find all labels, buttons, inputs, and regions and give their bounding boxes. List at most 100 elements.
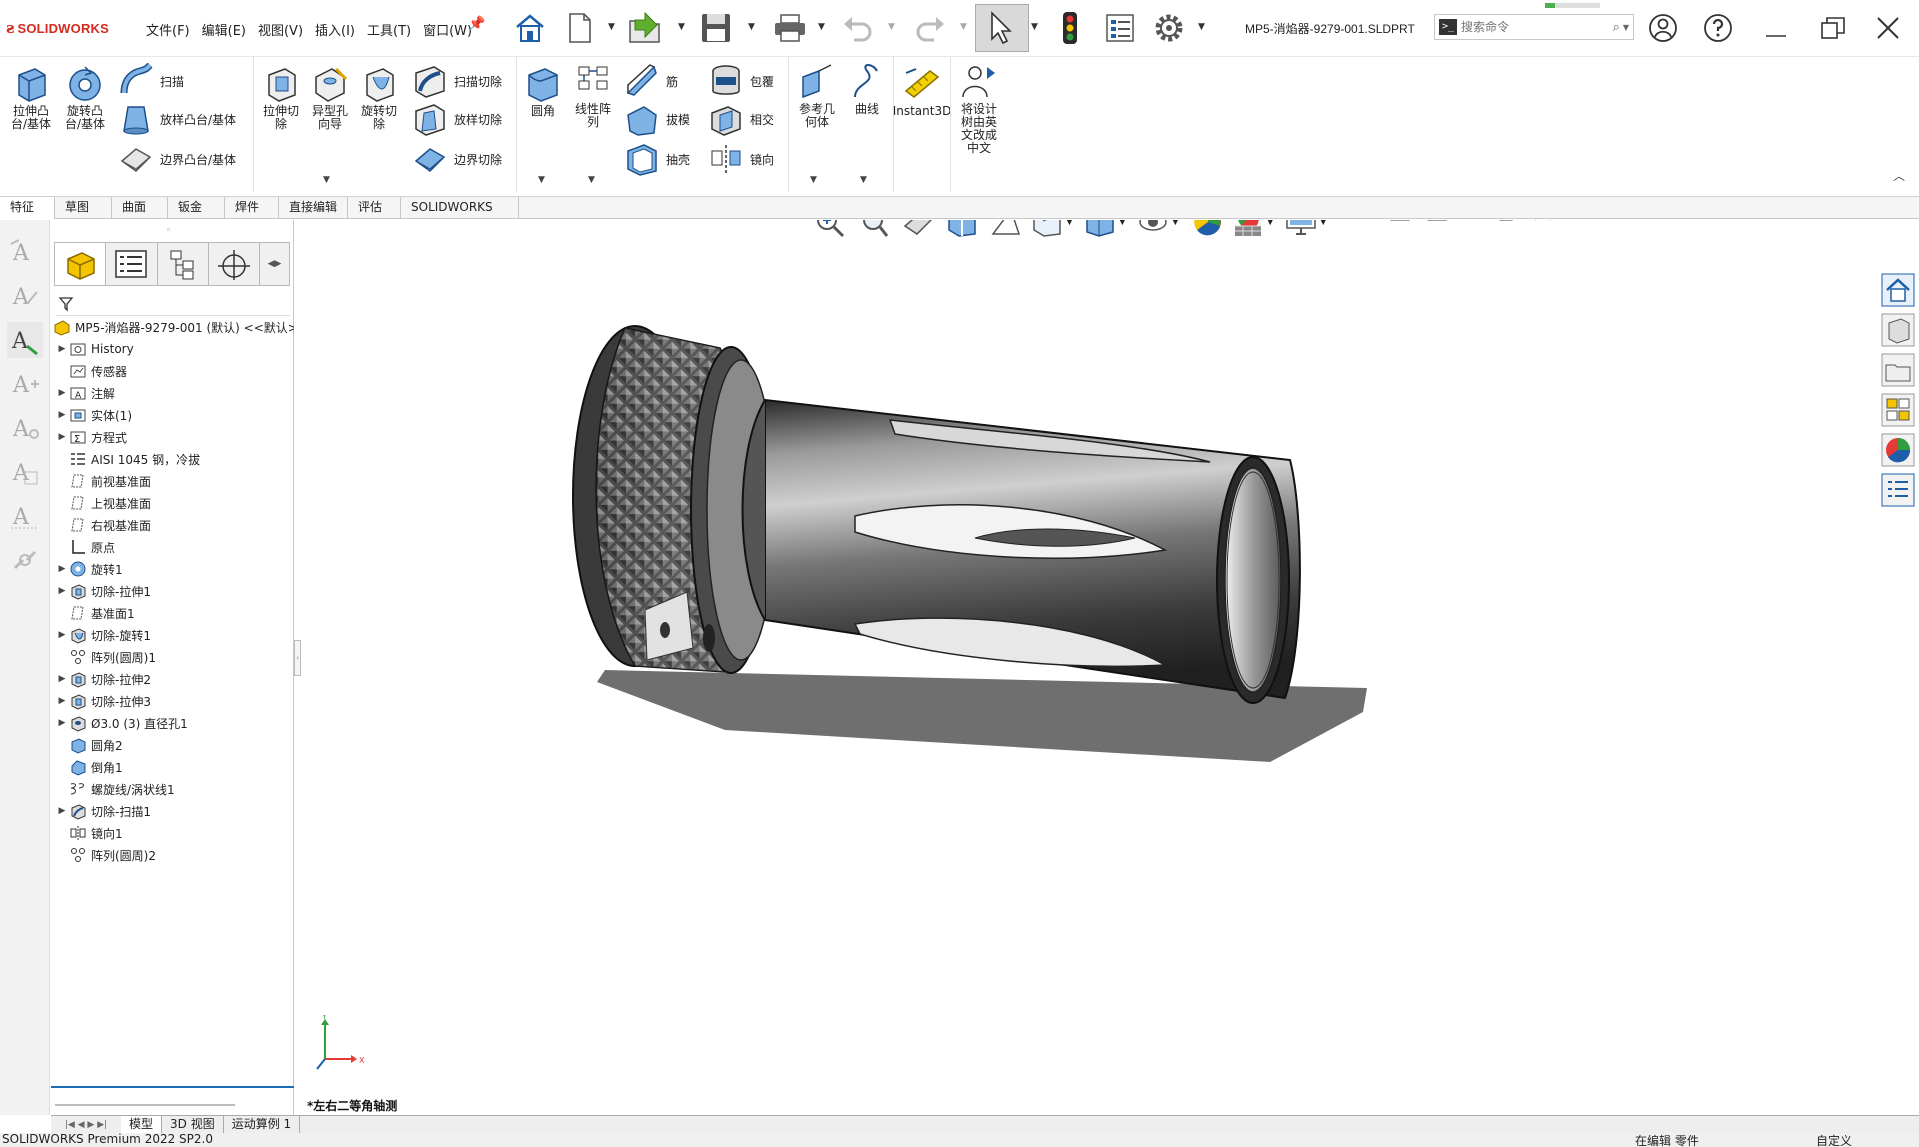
search-icon[interactable]: ⌕ bbox=[1613, 20, 1620, 35]
tree-item[interactable]: 前视基准面 bbox=[51, 470, 294, 492]
search-input[interactable] bbox=[1461, 20, 1613, 34]
menu-insert[interactable]: 插入(I) bbox=[309, 18, 361, 41]
wrap-button[interactable]: 包覆 bbox=[708, 63, 774, 99]
menu-file[interactable]: 文件(F) bbox=[140, 18, 196, 41]
pattern-dropdown[interactable]: ▼ bbox=[588, 175, 595, 185]
tab-addins[interactable]: SOLIDWORKS 插件 bbox=[401, 197, 519, 235]
pin-menu-icon[interactable]: 📌 bbox=[468, 16, 485, 32]
viewport-restore-icon[interactable] bbox=[1385, 220, 1415, 226]
horizontal-scrollbar[interactable] bbox=[51, 1100, 294, 1112]
select-dropdown-caret[interactable]: ▼ bbox=[1031, 22, 1038, 32]
tab-model[interactable]: 模型 bbox=[121, 1116, 163, 1133]
user-account-icon[interactable] bbox=[1645, 10, 1681, 46]
appearances-scenes-icon[interactable] bbox=[1877, 430, 1919, 470]
expand-arrow-icon[interactable]: ▶ bbox=[55, 674, 69, 684]
design-library-icon[interactable] bbox=[1877, 310, 1919, 350]
translate-tree-button[interactable]: 将设计 树由英 文改成 中文 bbox=[955, 63, 1003, 155]
view-settings-icon[interactable] bbox=[1284, 220, 1318, 238]
rib-button[interactable]: 筋 bbox=[624, 63, 678, 99]
curves-dropdown[interactable]: ▼ bbox=[860, 175, 867, 185]
new-document-icon[interactable] bbox=[560, 8, 600, 48]
view-palette-icon[interactable] bbox=[1877, 390, 1919, 430]
expand-arrow-icon[interactable]: ▶ bbox=[55, 630, 69, 640]
menu-edit[interactable]: 编辑(E) bbox=[196, 18, 252, 41]
tree-item[interactable]: ▶ History bbox=[51, 338, 294, 360]
file-properties-icon[interactable] bbox=[1100, 8, 1140, 48]
redo-dropdown-caret[interactable]: ▼ bbox=[960, 22, 967, 32]
new-dropdown-caret[interactable]: ▼ bbox=[608, 22, 615, 32]
tree-item[interactable]: 传感器 bbox=[51, 360, 294, 382]
tree-item[interactable]: ▶ A 注解 bbox=[51, 382, 294, 404]
expand-arrow-icon[interactable]: ▶ bbox=[55, 410, 69, 420]
note-table-icon[interactable]: A bbox=[7, 454, 43, 490]
expand-arrow-icon[interactable]: ▶ bbox=[55, 806, 69, 816]
tree-item[interactable]: ▶ Σ 方程式 bbox=[51, 426, 294, 448]
options-gear-icon[interactable] bbox=[1148, 8, 1190, 48]
close-icon[interactable] bbox=[1870, 10, 1906, 46]
zoom-to-area-icon[interactable] bbox=[857, 220, 891, 238]
tree-item[interactable]: 阵列(圆周)2 bbox=[51, 844, 294, 866]
solidworks-resources-icon[interactable] bbox=[1877, 270, 1919, 310]
tab-features[interactable]: 特征 bbox=[0, 197, 55, 219]
select-icon[interactable] bbox=[975, 4, 1029, 52]
tab-3d-views[interactable]: 3D 视图 bbox=[162, 1116, 224, 1133]
note-add-icon[interactable]: A bbox=[7, 366, 43, 402]
expand-arrow-icon[interactable]: ▶ bbox=[55, 388, 69, 398]
help-icon[interactable] bbox=[1700, 10, 1736, 46]
revolve-boss-button[interactable]: 旋转凸 台/基体 bbox=[60, 65, 110, 131]
linear-pattern-button[interactable]: 线性阵 列 bbox=[568, 63, 618, 129]
hide-show-caret[interactable]: ▼ bbox=[1172, 220, 1179, 227]
boundary-boss-button[interactable]: 边界凸台/基体 bbox=[118, 141, 236, 177]
lofted-cut-button[interactable]: 放样切除 bbox=[412, 101, 502, 137]
file-explorer-icon[interactable] bbox=[1877, 350, 1919, 390]
tree-item[interactable]: 右视基准面 bbox=[51, 514, 294, 536]
open-dropdown-caret[interactable]: ▼ bbox=[678, 22, 685, 32]
tab-direct-editing[interactable]: 直接编辑 bbox=[279, 197, 348, 219]
sweep-button[interactable]: 扫描 bbox=[118, 63, 184, 99]
note-settings-icon[interactable]: A bbox=[7, 410, 43, 446]
tab-evaluate[interactable]: 评估 bbox=[348, 197, 401, 219]
display-style-icon[interactable] bbox=[1083, 220, 1117, 238]
revolve-cut-button[interactable]: 旋转切 除 bbox=[355, 65, 403, 131]
tab-navigation-arrows[interactable]: |◀ ◀ ▶ ▶| bbox=[51, 1116, 121, 1133]
property-manager-tab-icon[interactable] bbox=[105, 242, 157, 286]
section-view-icon[interactable] bbox=[945, 220, 979, 238]
tree-filter[interactable] bbox=[56, 292, 290, 316]
boundary-cut-button[interactable]: 边界切除 bbox=[412, 141, 502, 177]
tree-item[interactable]: 螺旋线/涡状线1 bbox=[51, 778, 294, 800]
curves-button[interactable]: 曲线 bbox=[845, 63, 889, 116]
note-icon[interactable]: A bbox=[7, 234, 43, 270]
viewport-tile-icon[interactable] bbox=[1422, 220, 1452, 226]
viewport-minimize-icon[interactable] bbox=[1458, 220, 1488, 226]
view-settings-caret[interactable]: ▼ bbox=[1320, 220, 1327, 227]
extrude-cut-button[interactable]: 拉伸切 除 bbox=[257, 65, 305, 131]
intersect-button[interactable]: 相交 bbox=[708, 101, 774, 137]
hide-show-items-icon[interactable] bbox=[1136, 220, 1170, 238]
fillet-button[interactable]: 圆角 bbox=[522, 65, 564, 118]
tree-item[interactable]: 倒角1 bbox=[51, 756, 294, 778]
units-label[interactable]: 自定义 bbox=[1816, 1133, 1852, 1147]
draft-button[interactable]: 拔模 bbox=[624, 101, 690, 137]
filter-icon[interactable] bbox=[58, 296, 74, 312]
configuration-manager-tab-icon[interactable] bbox=[156, 242, 208, 286]
tree-item[interactable]: ▶ 切除-扫描1 bbox=[51, 800, 294, 822]
previous-view-icon[interactable] bbox=[901, 220, 935, 238]
loft-boss-button[interactable]: 放样凸台/基体 bbox=[118, 101, 236, 137]
redo-icon[interactable] bbox=[910, 8, 950, 48]
feature-tree-tab-icon[interactable] bbox=[54, 242, 106, 286]
tree-item[interactable]: 原点 bbox=[51, 536, 294, 558]
shell-button[interactable]: 抽壳 bbox=[624, 141, 690, 177]
tab-scroll-arrows[interactable]: ◀▶ bbox=[259, 242, 291, 286]
tree-item[interactable]: AISI 1045 钢，冷拔 bbox=[51, 448, 294, 470]
hole-wizard-button[interactable]: 异型孔 向导 bbox=[306, 65, 354, 131]
tree-item[interactable]: ▶ 旋转1 bbox=[51, 558, 294, 580]
tree-item[interactable]: 圆角2 bbox=[51, 734, 294, 756]
tree-item[interactable]: 镜向1 bbox=[51, 822, 294, 844]
tree-item[interactable]: ▶ 实体(1) bbox=[51, 404, 294, 426]
expand-arrow-icon[interactable]: ▶ bbox=[55, 564, 69, 574]
options-dropdown-caret[interactable]: ▼ bbox=[1198, 22, 1205, 32]
edit-appearance-icon[interactable] bbox=[1191, 220, 1225, 238]
zoom-to-fit-icon[interactable] bbox=[813, 220, 847, 238]
undo-dropdown-caret[interactable]: ▼ bbox=[888, 22, 895, 32]
note-edit-icon[interactable]: A bbox=[7, 278, 43, 314]
